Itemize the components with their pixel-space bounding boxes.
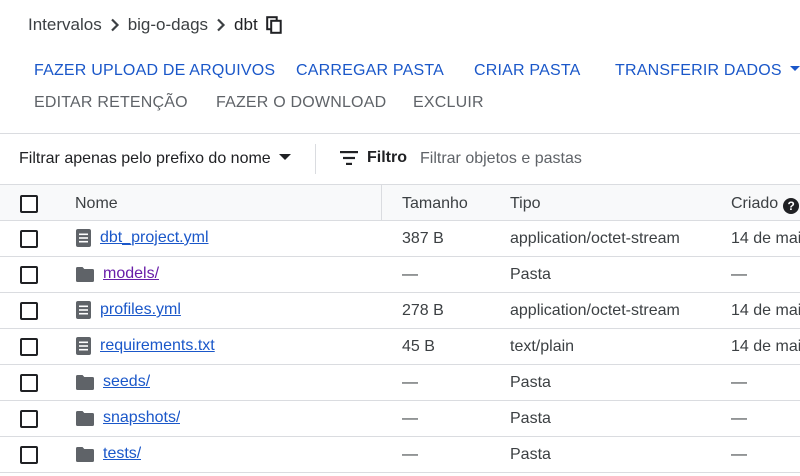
breadcrumb-item-buckets[interactable]: Intervalos (28, 15, 102, 35)
name-cell: models/ (76, 265, 159, 283)
object-link[interactable]: requirements.txt (100, 337, 215, 355)
select-all-checkbox[interactable] (20, 195, 38, 213)
filter-bar: Filtrar apenas pelo prefixo do nome Filt… (0, 134, 800, 184)
table-row[interactable]: dbt_project.yml 387 B application/octet-st… (0, 221, 800, 257)
row-checkbox[interactable] (20, 374, 38, 392)
create-folder-button[interactable]: CRIAR PASTA (474, 62, 581, 80)
column-divider[interactable] (381, 185, 382, 221)
header-created[interactable]: Criado? (731, 195, 800, 214)
row-checkbox[interactable] (20, 338, 38, 356)
filter-icon (340, 151, 358, 165)
created-cell: — (731, 410, 747, 427)
transfer-data-label: TRANSFERIR DADOS (615, 62, 782, 79)
file-icon (76, 229, 91, 247)
prefix-filter-label: Filtrar apenas pelo prefixo do nome (19, 150, 271, 167)
object-link[interactable]: models/ (103, 265, 159, 283)
folder-icon (76, 446, 94, 462)
created-cell: — (731, 266, 747, 283)
object-link[interactable]: tests/ (103, 445, 141, 463)
header-created-label: Criado (731, 195, 779, 212)
file-icon (76, 301, 91, 319)
row-checkbox[interactable] (20, 446, 38, 464)
upload-files-button[interactable]: FAZER UPLOAD DE ARQUIVOS (34, 62, 275, 80)
size-cell: — (402, 446, 418, 463)
name-cell: tests/ (76, 445, 141, 463)
size-cell: 387 B (402, 230, 444, 247)
object-link[interactable]: dbt_project.yml (100, 229, 209, 247)
table-body: dbt_project.yml 387 B application/octet-st… (0, 221, 800, 473)
size-cell: — (402, 374, 418, 391)
caret-down-icon (278, 153, 291, 160)
type-cell: application/octet-stream (510, 302, 680, 319)
type-cell: application/octet-stream (510, 230, 680, 247)
table-row[interactable]: tests/ — Pasta — (0, 437, 800, 473)
created-cell: 14 de mai (731, 338, 800, 355)
type-cell: Pasta (510, 410, 551, 427)
created-cell: 14 de mai (731, 302, 800, 319)
row-checkbox[interactable] (20, 302, 38, 320)
name-cell: profiles.yml (76, 301, 181, 319)
object-link[interactable]: profiles.yml (100, 301, 181, 319)
download-button[interactable]: FAZER O DOWNLOAD (216, 94, 386, 112)
name-cell: requirements.txt (76, 337, 215, 355)
header-name[interactable]: Nome (75, 195, 118, 213)
created-cell: — (731, 374, 747, 391)
table-row[interactable]: models/ — Pasta — (0, 257, 800, 293)
type-cell: Pasta (510, 446, 551, 463)
size-cell: — (402, 410, 418, 427)
folder-icon (76, 410, 94, 426)
object-link[interactable]: seeds/ (103, 373, 150, 391)
chevron-right-icon (208, 18, 234, 32)
filter-label: Filtro (367, 149, 407, 166)
folder-icon (76, 374, 94, 390)
chevron-right-icon (102, 18, 128, 32)
name-cell: dbt_project.yml (76, 229, 209, 247)
created-cell: 14 de mai (731, 230, 800, 247)
divider (315, 144, 316, 174)
folder-icon (76, 266, 94, 282)
object-link[interactable]: snapshots/ (103, 409, 180, 427)
objects-table: Nome Tamanho Tipo Criado? dbt_project.ym… (0, 184, 800, 473)
table-row[interactable]: seeds/ — Pasta — (0, 365, 800, 401)
filter-input[interactable] (420, 146, 780, 172)
table-header: Nome Tamanho Tipo Criado? (0, 184, 800, 221)
edit-retention-button[interactable]: EDITAR RETENÇÃO (34, 94, 188, 112)
name-cell: snapshots/ (76, 409, 180, 427)
name-cell: seeds/ (76, 373, 150, 391)
copy-icon[interactable] (265, 16, 282, 34)
file-icon (76, 337, 91, 355)
header-size[interactable]: Tamanho (402, 195, 468, 213)
caret-down-icon (789, 66, 800, 72)
breadcrumb-item-bucket[interactable]: big-o-dags (128, 15, 208, 35)
prefix-filter-dropdown[interactable]: Filtrar apenas pelo prefixo do nome (19, 150, 291, 168)
delete-button[interactable]: EXCLUIR (413, 94, 484, 112)
help-icon[interactable]: ? (783, 198, 800, 214)
filter-button[interactable]: Filtro (340, 149, 407, 167)
type-cell: text/plain (510, 338, 575, 355)
breadcrumb-current: dbt (234, 15, 258, 34)
size-cell: 45 B (402, 338, 435, 355)
transfer-data-button[interactable]: TRANSFERIR DADOS (615, 62, 800, 80)
type-cell: Pasta (510, 374, 551, 391)
size-cell: — (402, 266, 418, 283)
created-cell: — (731, 446, 747, 463)
size-cell: 278 B (402, 302, 444, 319)
table-row[interactable]: requirements.txt 45 B text/plain 14 de mai (0, 329, 800, 365)
table-row[interactable]: profiles.yml 278 B application/octet-strea… (0, 293, 800, 329)
type-cell: Pasta (510, 266, 551, 283)
header-type[interactable]: Tipo (510, 195, 541, 213)
row-checkbox[interactable] (20, 410, 38, 428)
row-checkbox[interactable] (20, 230, 38, 248)
upload-folder-button[interactable]: CARREGAR PASTA (296, 62, 444, 80)
table-row[interactable]: snapshots/ — Pasta — (0, 401, 800, 437)
breadcrumb: Intervalos big-o-dags dbt (28, 14, 282, 36)
row-checkbox[interactable] (20, 266, 38, 284)
